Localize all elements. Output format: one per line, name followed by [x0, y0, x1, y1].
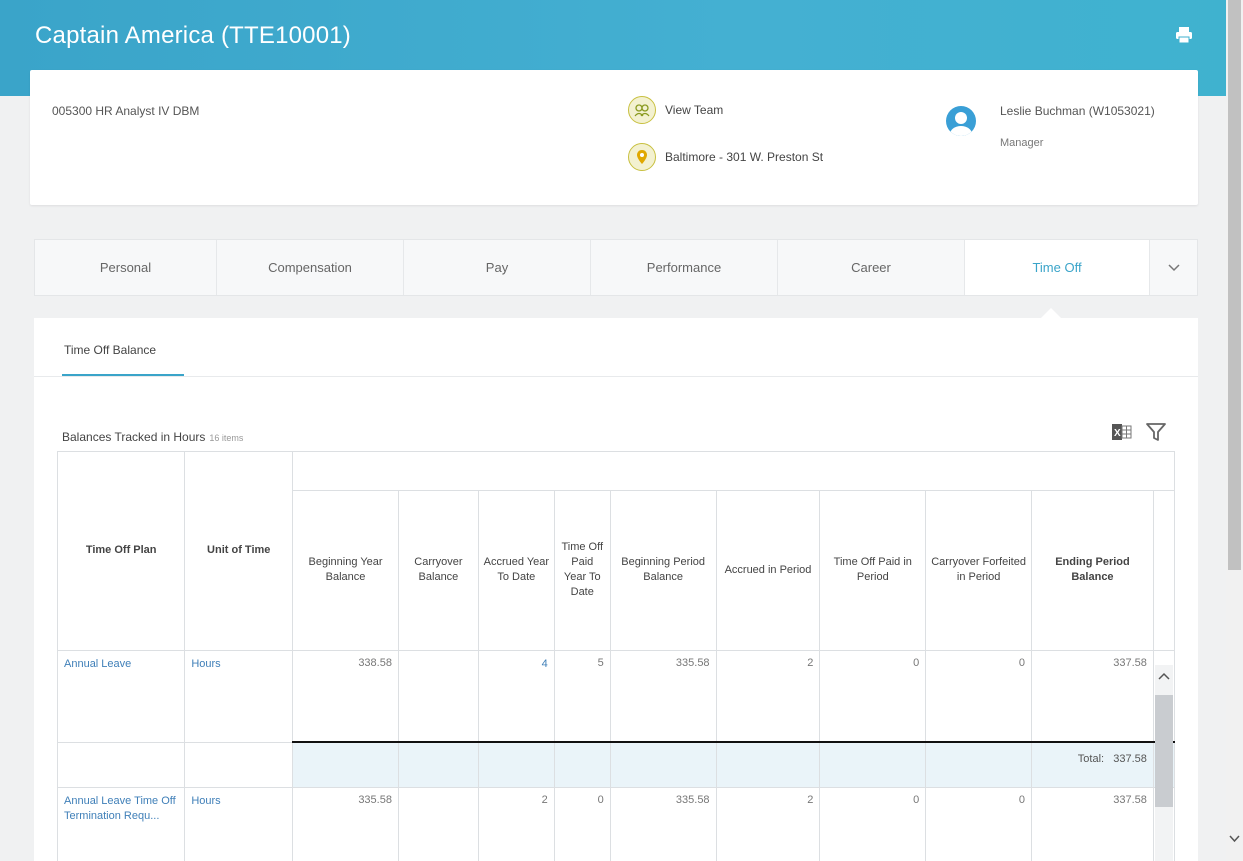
col-header-accrued-ytd[interactable]: Accrued Year To Date — [478, 490, 555, 651]
accrued-ytd-cell: 2 — [478, 787, 555, 861]
svg-text:X: X — [1114, 428, 1121, 439]
beginning-period-balance-cell: 335.58 — [610, 787, 717, 861]
paid-in-period-cell: 0 — [819, 787, 927, 861]
excel-export-icon[interactable]: X — [1112, 423, 1132, 441]
carryover-balance-cell — [398, 650, 479, 743]
total-value: 337.58 — [1113, 753, 1147, 765]
location-pin-icon — [628, 143, 656, 171]
tab-pay[interactable]: Pay — [404, 240, 591, 295]
team-icon — [628, 96, 656, 124]
beginning-period-balance-cell: 335.58 — [610, 650, 717, 743]
accrued-ytd-link[interactable]: 4 — [478, 650, 555, 743]
manager-role: Manager — [1000, 137, 1044, 149]
col-header-unit[interactable]: Unit of Time — [184, 452, 294, 651]
total-row-cell — [610, 741, 717, 788]
beginning-year-balance-cell: 338.58 — [292, 650, 399, 743]
tab-performance[interactable]: Performance — [591, 240, 778, 295]
paid-in-period-cell: 0 — [819, 650, 927, 743]
carryover-balance-cell — [398, 787, 479, 861]
ending-period-balance-cell: 337.58 — [1031, 650, 1154, 743]
total-row-blank — [184, 742, 294, 788]
total-row-cell — [292, 741, 399, 788]
tab-career[interactable]: Career — [778, 240, 965, 295]
col-header-time-off-plan[interactable]: Time Off Plan — [58, 452, 186, 651]
carryover-forfeited-cell: 0 — [925, 787, 1033, 861]
manager-avatar[interactable] — [946, 106, 976, 136]
printer-icon[interactable] — [1174, 25, 1194, 45]
profile-card: 005300 HR Analyst IV DBM View Team Balti… — [30, 70, 1198, 205]
view-team-link[interactable]: View Team — [628, 96, 723, 124]
scroll-down-icon[interactable] — [1228, 832, 1241, 845]
profile-tabs: Personal Compensation Pay Performance Ca… — [34, 239, 1198, 296]
subtab-underline — [62, 374, 184, 376]
manager-name-link[interactable]: Leslie Buchman (W1053021) — [1000, 104, 1155, 118]
subtab-divider — [34, 376, 1198, 377]
paid-ytd-cell: 0 — [554, 787, 611, 861]
chevron-down-icon — [1167, 263, 1180, 271]
col-header-carryover-balance[interactable]: Carryover Balance — [398, 490, 479, 651]
ending-period-balance-cell: 337.58 — [1031, 787, 1154, 861]
grid-title: Balances Tracked in Hours 16 items — [62, 430, 243, 444]
subtab-time-off-balance[interactable]: Time Off Balance — [64, 343, 156, 357]
tab-time-off[interactable]: Time Off — [965, 240, 1150, 295]
col-header-accrued-in-period[interactable]: Accrued in Period — [716, 490, 821, 651]
page-scrollbar-thumb[interactable] — [1228, 0, 1241, 570]
grid-item-count: 16 items — [209, 433, 244, 443]
column-group-header — [292, 452, 1175, 491]
total-row-cell — [716, 741, 821, 788]
more-tabs-button[interactable] — [1150, 240, 1197, 295]
tab-personal[interactable]: Personal — [35, 240, 217, 295]
header-spacer — [1153, 490, 1175, 651]
tab-compensation[interactable]: Compensation — [217, 240, 404, 295]
active-tab-notch — [1041, 308, 1061, 318]
unit-link[interactable]: Hours — [184, 787, 294, 861]
paid-ytd-cell: 5 — [554, 650, 611, 743]
view-team-label: View Team — [665, 103, 724, 117]
location-link[interactable]: Baltimore - 301 W. Preston St — [628, 143, 823, 171]
unit-link[interactable]: Hours — [184, 650, 294, 743]
table-row: Annual Leave Time Off Termination Requ..… — [58, 787, 1175, 861]
position-label: 005300 HR Analyst IV DBM — [52, 104, 200, 118]
total-row-cell — [398, 741, 479, 788]
table-row: Annual Leave Hours 338.58 4 5 335.58 2 0… — [58, 650, 1175, 743]
beginning-year-balance-cell: 335.58 — [292, 787, 399, 861]
col-header-ending-period-balance[interactable]: Ending Period Balance — [1031, 490, 1154, 651]
balances-table: Time Off Plan Unit of Time Beginning Yea… — [57, 451, 1175, 861]
total-row-cell — [925, 741, 1033, 788]
accrued-in-period-cell: 2 — [716, 650, 821, 743]
col-header-beginning-year-balance[interactable]: Beginning Year Balance — [292, 490, 399, 651]
col-header-paid-in-period[interactable]: Time Off Paid in Period — [819, 490, 927, 651]
table-scrollbar-thumb[interactable] — [1155, 695, 1173, 807]
total-row-blank — [58, 742, 186, 788]
time-off-plan-link[interactable]: Annual Leave — [58, 650, 186, 743]
location-label: Baltimore - 301 W. Preston St — [665, 150, 824, 164]
grid-title-text: Balances Tracked in Hours — [62, 430, 206, 444]
col-header-carryover-forfeited[interactable]: Carryover Forfeited in Period — [925, 490, 1033, 651]
chevron-up-icon[interactable] — [1158, 670, 1170, 682]
time-off-plan-link[interactable]: Annual Leave Time Off Termination Requ..… — [58, 787, 186, 861]
carryover-forfeited-cell: 0 — [925, 650, 1033, 743]
total-row: Total: 337.58 — [58, 741, 1175, 788]
accrued-in-period-cell: 2 — [716, 787, 821, 861]
col-header-paid-ytd[interactable]: Time Off Paid Year To Date — [554, 490, 611, 651]
total-value-cell: Total: 337.58 — [1031, 741, 1154, 788]
col-header-beginning-period-balance[interactable]: Beginning Period Balance — [610, 490, 717, 651]
page-title: Captain America (TTE10001) — [35, 22, 352, 49]
total-label: Total: — [1077, 753, 1105, 765]
total-row-cell — [819, 741, 927, 788]
total-row-cell — [554, 741, 611, 788]
total-row-cell — [478, 741, 555, 788]
filter-icon[interactable] — [1145, 421, 1167, 443]
